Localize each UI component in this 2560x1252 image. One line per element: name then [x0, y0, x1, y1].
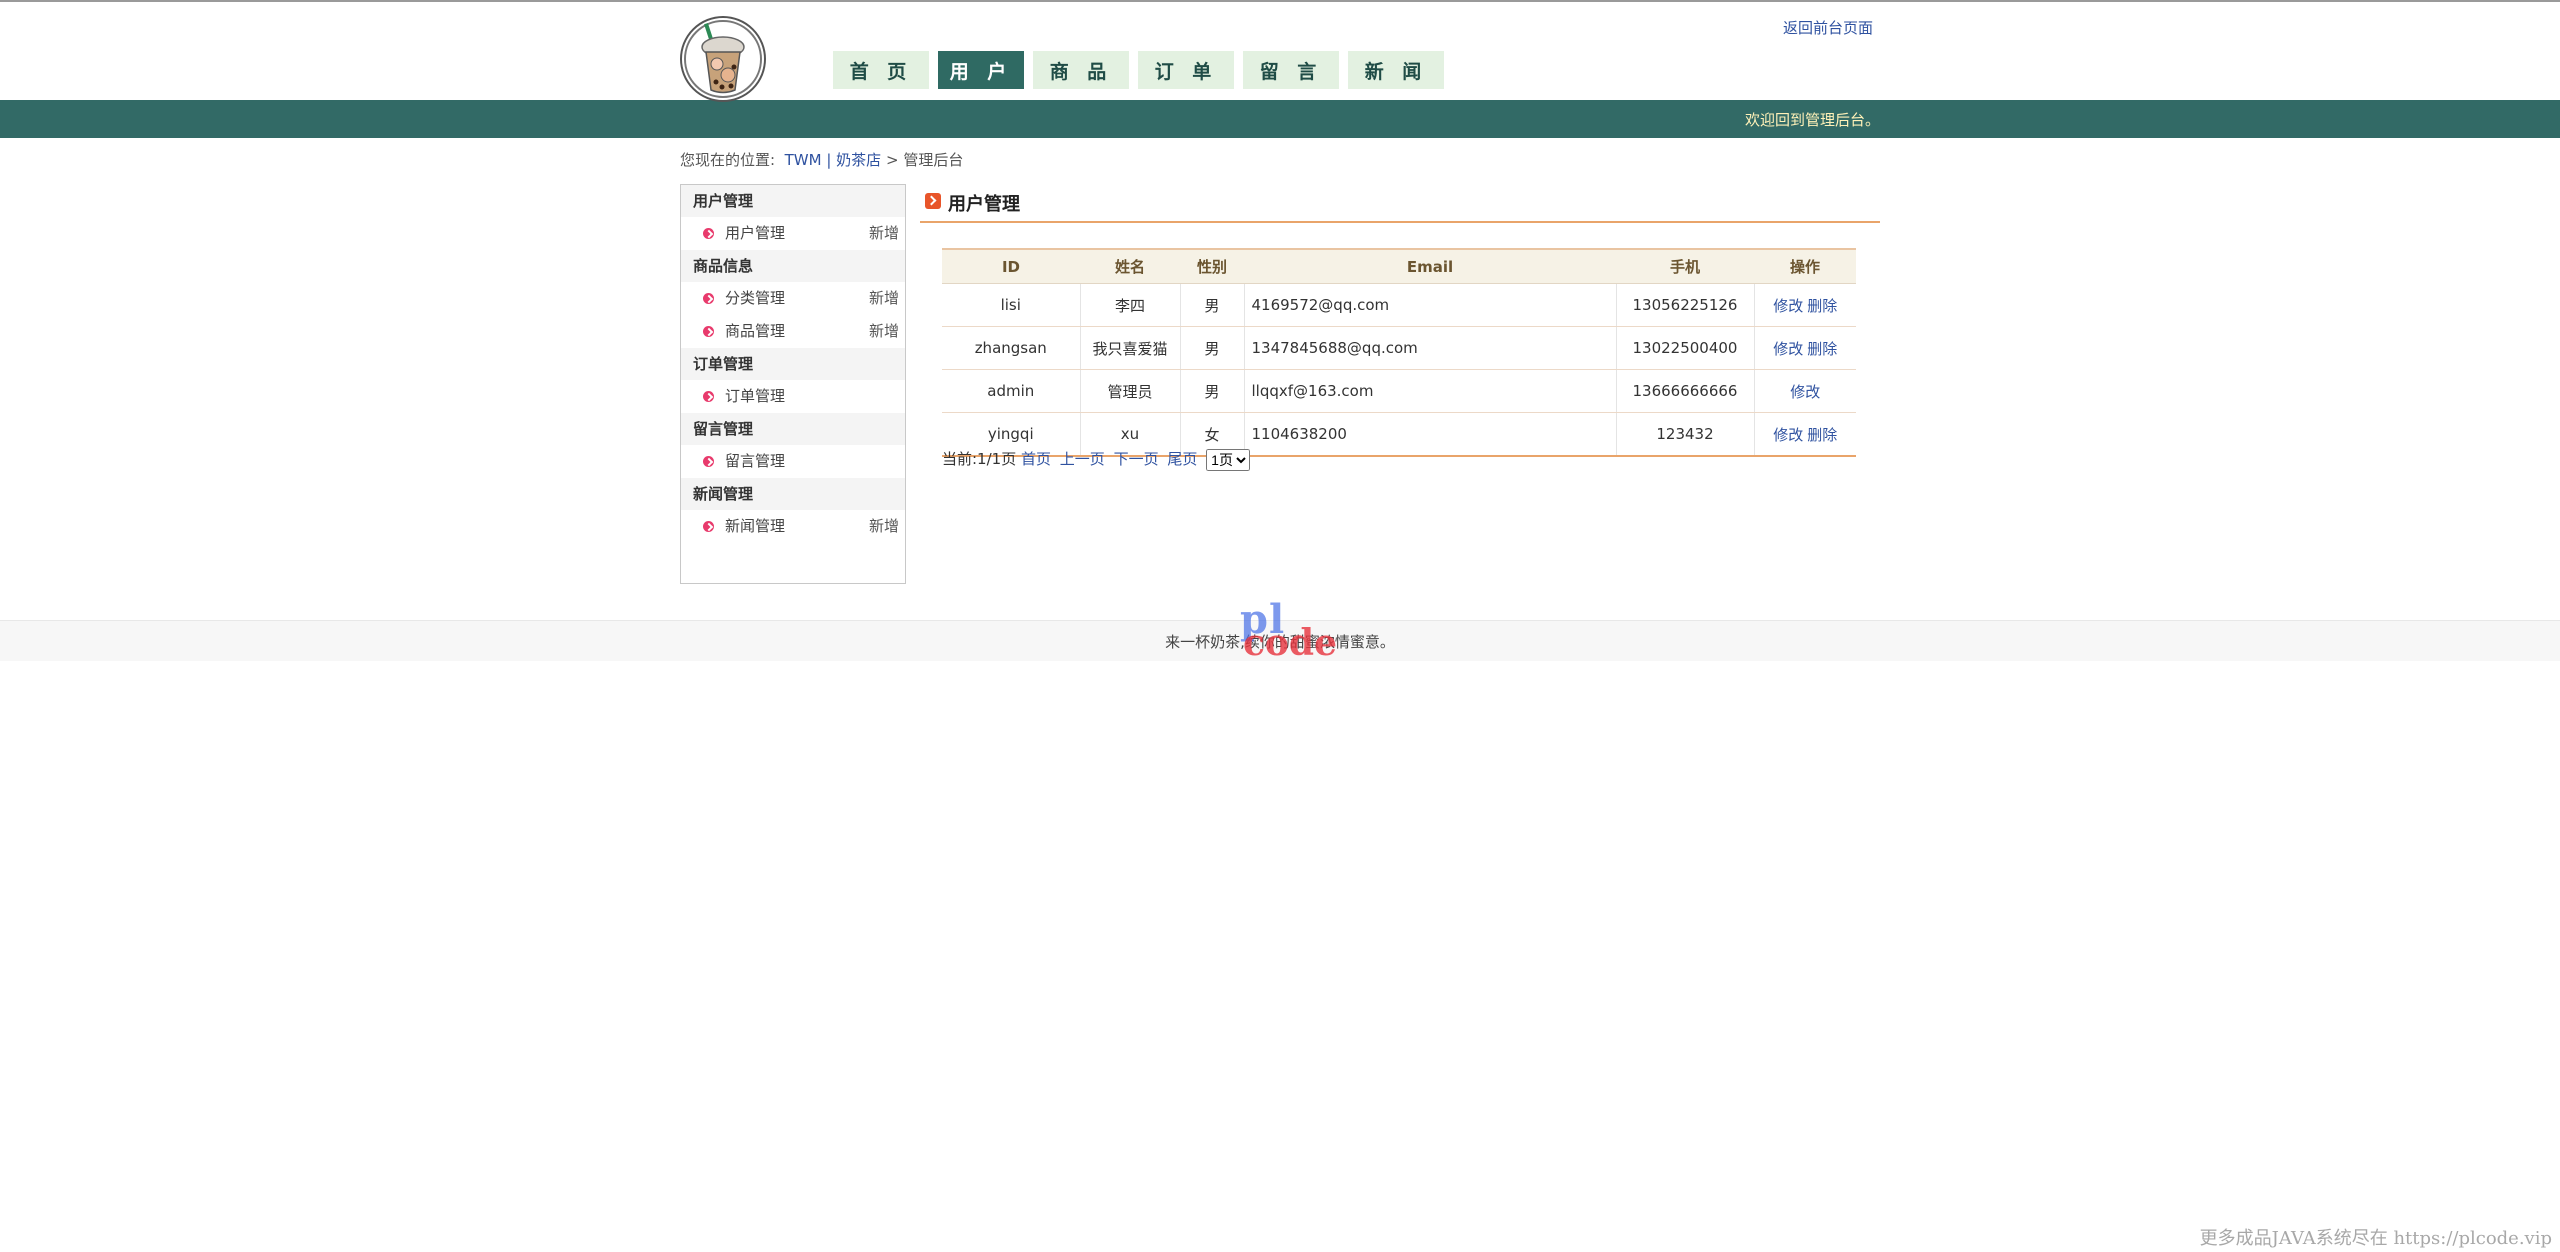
- nav-news-tab[interactable]: 新 闻: [1348, 51, 1444, 89]
- cell-id: admin: [942, 369, 1080, 413]
- add-category-link[interactable]: 新增: [869, 282, 899, 315]
- column-header-name: 姓名: [1080, 248, 1180, 284]
- column-header-email: Email: [1244, 248, 1616, 284]
- cell-name: 李四: [1079, 283, 1180, 327]
- cell-gender: 男: [1179, 283, 1244, 327]
- sidebar-item-category-manage[interactable]: 分类管理 新增: [681, 282, 905, 315]
- cell-email: 1104638200: [1243, 412, 1616, 457]
- bullet-arrow-icon: [703, 521, 714, 532]
- return-frontend-link[interactable]: 返回前台页面: [1783, 17, 1873, 38]
- top-border: [0, 0, 2560, 2]
- breadcrumb-link-shop[interactable]: 奶茶店: [836, 151, 881, 169]
- prev-page-link[interactable]: 上一页: [1060, 450, 1105, 468]
- edit-link[interactable]: 修改: [1773, 297, 1803, 315]
- nav-users-tab[interactable]: 用 户: [938, 51, 1024, 89]
- corner-watermark: 更多成品JAVA系统尽在 https://plcode.vip: [2199, 1228, 2552, 1249]
- cell-gender: 男: [1179, 369, 1244, 413]
- page-select[interactable]: 1页: [1206, 448, 1251, 471]
- sidebar-section-orders: 订单管理: [681, 348, 905, 380]
- bullet-arrow-icon: [703, 456, 714, 467]
- cell-actions: 修改 删除: [1753, 326, 1856, 370]
- page-title: 用户管理: [948, 194, 1020, 215]
- next-page-link[interactable]: 下一页: [1114, 450, 1159, 468]
- cell-actions: 修改 删除: [1753, 283, 1856, 327]
- sidebar: 用户管理 用户管理 新增 商品信息 分类管理 新增 商品管理 新增 订单管理 订…: [680, 184, 906, 584]
- add-news-link[interactable]: 新增: [869, 510, 899, 543]
- cell-name: 我只喜爱猫: [1079, 326, 1180, 370]
- add-product-link[interactable]: 新增: [869, 315, 899, 348]
- bullet-arrow-icon: [703, 293, 714, 304]
- column-header-phone: 手机: [1616, 248, 1754, 284]
- cell-email: 1347845688@qq.com: [1243, 326, 1616, 370]
- sidebar-item-news-manage[interactable]: 新闻管理 新增: [681, 510, 905, 543]
- cell-actions: 修改 删除: [1753, 412, 1856, 457]
- nav-home-tab[interactable]: 首 页: [833, 51, 929, 89]
- breadcrumb-arrow: >: [885, 151, 899, 169]
- cell-id: lisi: [942, 283, 1080, 327]
- table-header-row: ID 姓名 性别 Email 手机 操作: [942, 248, 1856, 284]
- sidebar-item-message-manage[interactable]: 留言管理: [681, 445, 905, 478]
- edit-link[interactable]: 修改: [1773, 340, 1803, 358]
- bullet-arrow-icon: [703, 326, 714, 337]
- user-table: ID 姓名 性别 Email 手机 操作 lisi 李四 男 4169572@q…: [942, 248, 1856, 457]
- cell-email: llqqxf@163.com: [1243, 369, 1616, 413]
- cell-name: 管理员: [1079, 369, 1180, 413]
- last-page-link[interactable]: 尾页: [1167, 450, 1197, 468]
- sidebar-section-users: 用户管理: [681, 185, 905, 217]
- breadcrumb-separator: |: [826, 151, 832, 169]
- cell-email: 4169572@qq.com: [1243, 283, 1616, 327]
- cell-id: zhangsan: [942, 326, 1080, 370]
- page-status: 当前:1/1页: [942, 450, 1017, 468]
- edit-link[interactable]: 修改: [1790, 383, 1820, 401]
- delete-link[interactable]: 删除: [1807, 426, 1837, 444]
- cell-phone: 13022500400: [1615, 326, 1754, 370]
- table-row: zhangsan 我只喜爱猫 男 1347845688@qq.com 13022…: [942, 326, 1856, 370]
- sidebar-section-news: 新闻管理: [681, 478, 905, 510]
- sidebar-item-user-manage[interactable]: 用户管理 新增: [681, 217, 905, 250]
- section-arrow-icon: [925, 193, 941, 209]
- sidebar-item-label[interactable]: 订单管理: [725, 387, 785, 405]
- first-page-link[interactable]: 首页: [1021, 450, 1051, 468]
- sidebar-section-messages: 留言管理: [681, 413, 905, 445]
- bullet-arrow-icon: [703, 391, 714, 402]
- sidebar-item-label[interactable]: 分类管理: [725, 289, 785, 307]
- add-user-link[interactable]: 新增: [869, 217, 899, 250]
- breadcrumb-link-twm[interactable]: TWM: [785, 151, 822, 169]
- cell-phone: 123432: [1615, 412, 1754, 457]
- logo[interactable]: [680, 16, 766, 102]
- welcome-text: 欢迎回到管理后台。: [1745, 111, 1881, 129]
- cell-phone: 13666666666: [1615, 369, 1754, 413]
- sidebar-item-order-manage[interactable]: 订单管理: [681, 380, 905, 413]
- watermark-bottom: code: [1243, 622, 1338, 664]
- breadcrumb-prefix: 您现在的位置:: [680, 151, 776, 169]
- pagination: 当前:1/1页 首页 上一页 下一页 尾页 1页: [942, 448, 1251, 471]
- bullet-arrow-icon: [703, 228, 714, 239]
- sidebar-item-label[interactable]: 用户管理: [725, 224, 785, 242]
- column-header-gender: 性别: [1180, 248, 1244, 284]
- cell-actions: 修改: [1753, 369, 1856, 413]
- breadcrumb: 您现在的位置: TWM | 奶茶店 > 管理后台: [680, 149, 963, 170]
- sidebar-item-product-manage[interactable]: 商品管理 新增: [681, 315, 905, 348]
- sidebar-section-products: 商品信息: [681, 250, 905, 282]
- column-header-id: ID: [942, 248, 1080, 284]
- sidebar-item-label[interactable]: 新闻管理: [725, 517, 785, 535]
- breadcrumb-current: 管理后台: [903, 151, 964, 169]
- nav-products-tab[interactable]: 商 品: [1033, 51, 1129, 89]
- column-header-actions: 操作: [1754, 248, 1856, 284]
- table-row: lisi 李四 男 4169572@qq.com 13056225126 修改删…: [942, 283, 1856, 327]
- main-nav: 首 页 用 户 商 品 订 单 留 言 新 闻: [833, 51, 1453, 89]
- delete-link[interactable]: 删除: [1807, 297, 1837, 315]
- cell-phone: 13056225126: [1615, 283, 1754, 327]
- edit-link[interactable]: 修改: [1773, 426, 1803, 444]
- sidebar-item-label[interactable]: 留言管理: [725, 452, 785, 470]
- table-row: admin 管理员 男 llqqxf@163.com 13666666666 修…: [942, 369, 1856, 413]
- sidebar-item-label[interactable]: 商品管理: [725, 322, 785, 340]
- nav-orders-tab[interactable]: 订 单: [1138, 51, 1234, 89]
- main-title-bar: [920, 186, 1880, 223]
- header-band: [0, 100, 2560, 138]
- delete-link[interactable]: 删除: [1807, 340, 1837, 358]
- cell-gender: 男: [1179, 326, 1244, 370]
- nav-messages-tab[interactable]: 留 言: [1243, 51, 1339, 89]
